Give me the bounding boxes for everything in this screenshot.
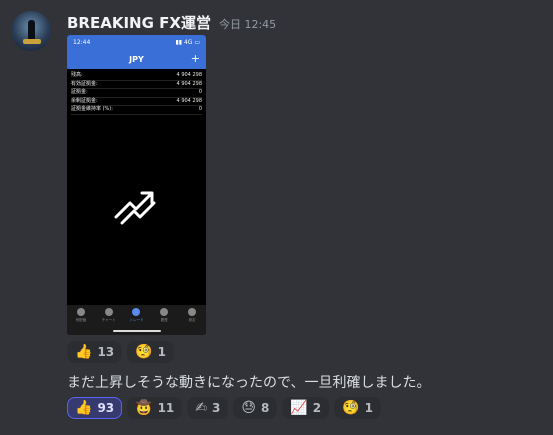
reaction-writing-hand[interactable]: ✍ 3 [187, 397, 229, 419]
timestamp[interactable]: 今日 12:45 [219, 16, 276, 32]
thumbs-up-icon: 👍 [75, 344, 93, 360]
sweat-face-icon: 😓 [241, 400, 256, 416]
summary-row: 余剰証拠金: 4 904 298 [71, 97, 202, 106]
reaction-count: 11 [157, 401, 175, 415]
reaction-count: 13 [97, 345, 115, 359]
reaction-sweat[interactable]: 😓 8 [233, 397, 278, 419]
trend-up-icon [114, 191, 156, 225]
history-icon [160, 308, 169, 316]
chart-up-icon: 📈 [290, 400, 308, 416]
summary-label: 残高: [71, 72, 83, 78]
reaction-monocle[interactable]: 🧐 1 [127, 341, 174, 363]
tab-label: トレード [129, 318, 144, 322]
summary-row: 残高: 4 904 298 [71, 72, 202, 81]
summary-row: 証拠金維持率 (%): 0 [71, 106, 202, 115]
reaction-count: 3 [212, 401, 221, 415]
thumbs-up-icon: 👍 [75, 400, 93, 416]
reaction-thumbs-up[interactable]: 👍 13 [67, 341, 123, 363]
monocle-face-icon: 🧐 [135, 344, 153, 360]
chart-icon [104, 308, 113, 316]
summary-value: 0 [198, 89, 202, 95]
summary-label: 証拠金: [71, 89, 88, 95]
summary-row: 証拠金: 0 [71, 89, 202, 98]
attached-screenshot[interactable]: 12:44 ▮▮ 4G ▭ JPY + 残高: 4 904 298 有効証拠金:… [67, 35, 206, 335]
summary-row: 有効証拠金: 4 904 298 [71, 80, 202, 89]
writing-hand-icon: ✍ [195, 400, 208, 416]
summary-value: 4 904 298 [176, 80, 202, 87]
trade-icon [132, 308, 141, 316]
quotes-icon [76, 308, 85, 316]
tab-quotes: 気配値 [71, 308, 91, 323]
monocle-face-icon: 🧐 [342, 400, 360, 416]
reaction-cowboy[interactable]: 🤠 11 [127, 397, 183, 419]
tab-history: 履歴 [154, 308, 174, 323]
chat-message: BREAKING FX運営 今日 12:45 12:44 ▮▮ 4G ▭ JPY… [0, 0, 553, 435]
summary-label: 証拠金維持率 (%): [71, 106, 113, 112]
app-title: JPY [129, 54, 144, 64]
avatar[interactable] [11, 11, 51, 51]
message-text: まだ上昇しそうな動きになったので、一旦利確しました。 [67, 375, 431, 391]
phone-status-bar: 12:44 ▮▮ 4G ▭ [67, 35, 206, 49]
plus-icon: + [190, 52, 200, 65]
avatar-accent [23, 39, 41, 44]
tab-settings: 設定 [182, 308, 202, 323]
tab-label: 履歴 [160, 318, 168, 322]
summary-value: 4 904 298 [176, 97, 202, 104]
reaction-monocle[interactable]: 🧐 1 [334, 397, 381, 419]
tab-label: チャート [101, 318, 116, 322]
reaction-chart-up[interactable]: 📈 2 [282, 397, 330, 419]
status-time: 12:44 [73, 38, 91, 46]
tab-label: 気配値 [75, 318, 87, 322]
summary-label: 有効証拠金: [71, 80, 98, 87]
home-indicator [113, 330, 161, 332]
tab-label: 設定 [188, 318, 196, 322]
cowboy-face-icon: 🤠 [135, 400, 153, 416]
tab-trade: トレード [126, 308, 146, 323]
summary-label: 余剰証拠金: [71, 97, 98, 104]
summary-value: 0 [198, 106, 202, 112]
reaction-count: 2 [312, 401, 322, 415]
reaction-bar: 👍 93 🤠 11 ✍ 3 😓 8 📈 2 🧐 1 [67, 397, 381, 419]
settings-gear-icon [188, 308, 197, 316]
status-indicators: ▮▮ 4G ▭ [175, 38, 200, 46]
app-title-bar: JPY + [67, 49, 206, 69]
reaction-count: 1 [364, 401, 373, 415]
reaction-count: 1 [157, 345, 166, 359]
reaction-count: 93 [97, 401, 115, 415]
reaction-thumbs-up[interactable]: 👍 93 [67, 397, 123, 419]
reaction-count: 8 [260, 401, 270, 415]
account-summary: 残高: 4 904 298 有効証拠金: 4 904 298 証拠金: 0 余剰… [67, 69, 206, 115]
message-header: BREAKING FX運営 今日 12:45 [67, 12, 276, 32]
reaction-bar: 👍 13 🧐 1 [67, 341, 174, 363]
username[interactable]: BREAKING FX運営 [67, 12, 211, 33]
summary-value: 4 904 298 [176, 72, 202, 78]
tab-chart: チャート [99, 308, 119, 323]
